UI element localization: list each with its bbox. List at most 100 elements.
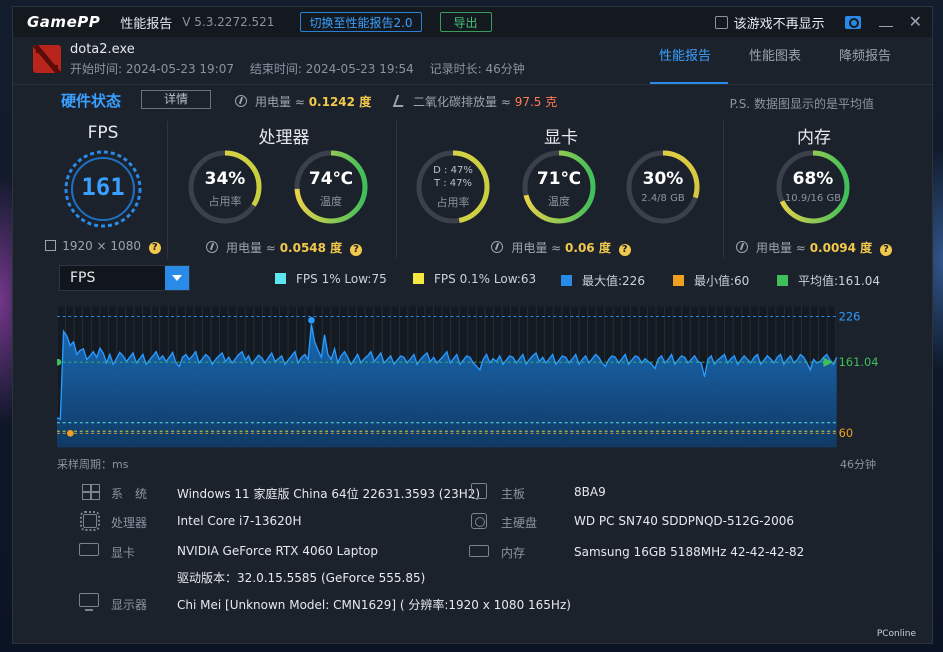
- panel-divider: [167, 121, 168, 259]
- metric-select[interactable]: FPS: [59, 265, 190, 291]
- motherboard-icon: [471, 483, 487, 499]
- legend-swatch: [673, 275, 684, 286]
- cpu-power-value: 0.0548 度: [279, 241, 343, 255]
- metric-select-value: FPS: [70, 270, 96, 286]
- gpu-usage-label: 占用率: [436, 196, 470, 209]
- help-icon[interactable]: ?: [618, 244, 631, 256]
- titlebar-controls: 该游戏不再显示 ✕: [714, 13, 922, 32]
- gpu-power-value: 0.06 度: [565, 241, 611, 255]
- cpu-usage-label: 占用率: [208, 195, 242, 208]
- windows-icon: [81, 483, 99, 500]
- disk-label: 主硬盘: [501, 516, 538, 530]
- title-bar: GamePP 性能报告 V 5.3.2272.521 切换至性能报告2.0 导出…: [13, 7, 932, 37]
- help-icon[interactable]: ?: [350, 244, 363, 256]
- no-display-checkbox[interactable]: [714, 15, 728, 29]
- legend-fps-1-low: FPS 1% Low:75: [275, 272, 387, 286]
- cpu-usage-gauge: 34% 占用率: [187, 149, 263, 225]
- app-title: 性能报告: [120, 16, 173, 32]
- co2-emission-value: 97.5 克: [514, 95, 558, 109]
- cpu-panel: 处理器 34% 占用率 74℃ 温度 用电量 ≈ 0.0548 度 ?: [173, 119, 395, 265]
- legend-avg: 平均值:161.04: [777, 272, 880, 289]
- app-version: V 5.3.2272.521: [182, 15, 275, 29]
- panel-divider: [396, 121, 397, 259]
- memory-label: 内存: [501, 546, 526, 560]
- max-marker: [308, 316, 315, 324]
- legend-min: 最小值:60: [673, 272, 749, 289]
- minimize-icon[interactable]: [878, 15, 893, 29]
- memory-panel: 内存 68% 10.9/16 GB 用电量 ≈ 0.0094 度 ?: [729, 119, 899, 265]
- legend-fps-01-low: FPS 0.1% Low:63: [413, 272, 536, 286]
- close-icon[interactable]: ✕: [909, 14, 922, 30]
- tab-performance-chart[interactable]: 性能图表: [730, 37, 820, 85]
- cpu-temp-value: 74℃: [308, 169, 354, 189]
- help-icon[interactable]: ?: [148, 242, 161, 254]
- disk-icon: [471, 513, 487, 529]
- gpu-vram-sub: 2.4/8 GB: [641, 193, 685, 204]
- power-icon: [491, 241, 504, 253]
- report-tabs: 性能报告 性能图表 降频报告: [640, 37, 910, 85]
- monitor-value: Chi Mei [Unknown Model: CMN1629] ( 分辨率:1…: [177, 598, 571, 612]
- game-header: dota2.exe 开始时间: 2024-05-23 19:07 结束时间: 2…: [13, 37, 932, 85]
- os-value: Windows 11 家庭版 China 64位 22631.3593 (23H…: [177, 487, 481, 501]
- cpu-temp-label: 温度: [320, 195, 342, 208]
- gpu-vram-value: 30%: [642, 169, 684, 189]
- hardware-status-title: 硬件状态: [61, 92, 122, 110]
- switch-report-button[interactable]: 切换至性能报告2.0: [300, 12, 422, 32]
- resolution: 1920 × 1080 ?: [43, 239, 163, 254]
- memory-usage-value: 68%: [792, 169, 834, 189]
- driver-version: 驱动版本：32.0.15.5585 (GeForce 555.85): [177, 571, 426, 585]
- hardware-status-bar: 硬件状态 详情 用电量 ≈ 0.1242 度 二氧化碳排放量 ≈ 97.5 克 …: [13, 87, 932, 113]
- disk-value: WD PC SN740 SDDPNQD-512G-2006: [574, 514, 795, 528]
- fps-panel-title: FPS: [87, 123, 119, 143]
- report-window: GamePP 性能报告 V 5.3.2272.521 切换至性能报告2.0 导出…: [12, 6, 933, 644]
- gpu-icon: [79, 543, 99, 556]
- memory-panel-title: 内存: [797, 128, 831, 148]
- cpu-icon: [80, 511, 100, 531]
- legend-swatch: [561, 275, 572, 286]
- monitor-icon: [79, 593, 99, 611]
- monitor-label: 显示器: [111, 598, 148, 612]
- gpu-vram-gauge: 30% 2.4/8 GB: [625, 149, 701, 225]
- fps-value: 161: [81, 173, 125, 201]
- memory-power-value: 0.0094 度: [809, 241, 873, 255]
- motherboard-label: 主板: [501, 487, 526, 501]
- detail-button[interactable]: 详情: [141, 90, 211, 109]
- right-axis-label: 60: [839, 426, 854, 440]
- power-icon: [235, 95, 247, 107]
- fps-gauge: 161: [63, 149, 143, 229]
- chart-controls: FPS FPS 1% Low:75 FPS 0.1% Low:63 最大值:22…: [13, 265, 932, 291]
- total-electricity: 用电量 ≈ 0.1242 度: [235, 93, 371, 110]
- gpu-usage-t: T : 47%: [433, 178, 473, 189]
- camera-icon[interactable]: [844, 15, 861, 29]
- chevron-down-icon[interactable]: [165, 266, 189, 290]
- power-icon: [735, 241, 748, 253]
- start-time: 开始时间: 2024-05-23 19:07: [70, 62, 234, 76]
- tab-throttle-report[interactable]: 降频报告: [820, 37, 910, 85]
- gpu-usage-gauge: D : 47% T : 47% 占用率: [415, 149, 491, 225]
- gpu-value: NVIDIA GeForce RTX 4060 Laptop: [177, 544, 378, 558]
- memory-value: Samsung 16GB 5188MHz 42-42-42-82: [574, 545, 805, 559]
- panel-divider: [723, 121, 724, 259]
- average-note: P.S. 数据图显示的是平均值: [729, 97, 874, 111]
- no-display-label[interactable]: 该游戏不再显示: [734, 13, 825, 32]
- gpu-temp-gauge: 71℃ 温度: [521, 149, 597, 225]
- gpu-temp-label: 温度: [548, 195, 570, 208]
- min-marker: [66, 429, 74, 437]
- cpu-temp-gauge: 74℃ 温度: [293, 149, 369, 225]
- export-button[interactable]: 导出: [439, 12, 492, 32]
- cpu-label: 处理器: [111, 516, 148, 530]
- gamepp-logo: GamePP: [27, 13, 101, 31]
- memory-usage-gauge: 68% 10.9/16 GB: [775, 149, 851, 225]
- cpu-panel-title: 处理器: [258, 128, 310, 148]
- help-icon[interactable]: ?: [880, 244, 893, 256]
- tab-performance-report[interactable]: 性能报告: [640, 37, 730, 85]
- end-time: 结束时间: 2024-05-23 19:54: [249, 62, 414, 76]
- record-duration: 记录时长: 46分钟: [429, 62, 525, 76]
- pconline-watermark: PConline: [876, 629, 916, 639]
- legend-swatch: [413, 273, 424, 284]
- duration-axis-label: 46分钟: [840, 458, 876, 471]
- right-axis-label: 226: [839, 309, 861, 323]
- total-electricity-value: 0.1242 度: [308, 95, 372, 109]
- co2-emission: 二氧化碳排放量 ≈ 97.5 克: [392, 93, 558, 110]
- fps-chart[interactable]: 226 161.04 60: [57, 303, 889, 451]
